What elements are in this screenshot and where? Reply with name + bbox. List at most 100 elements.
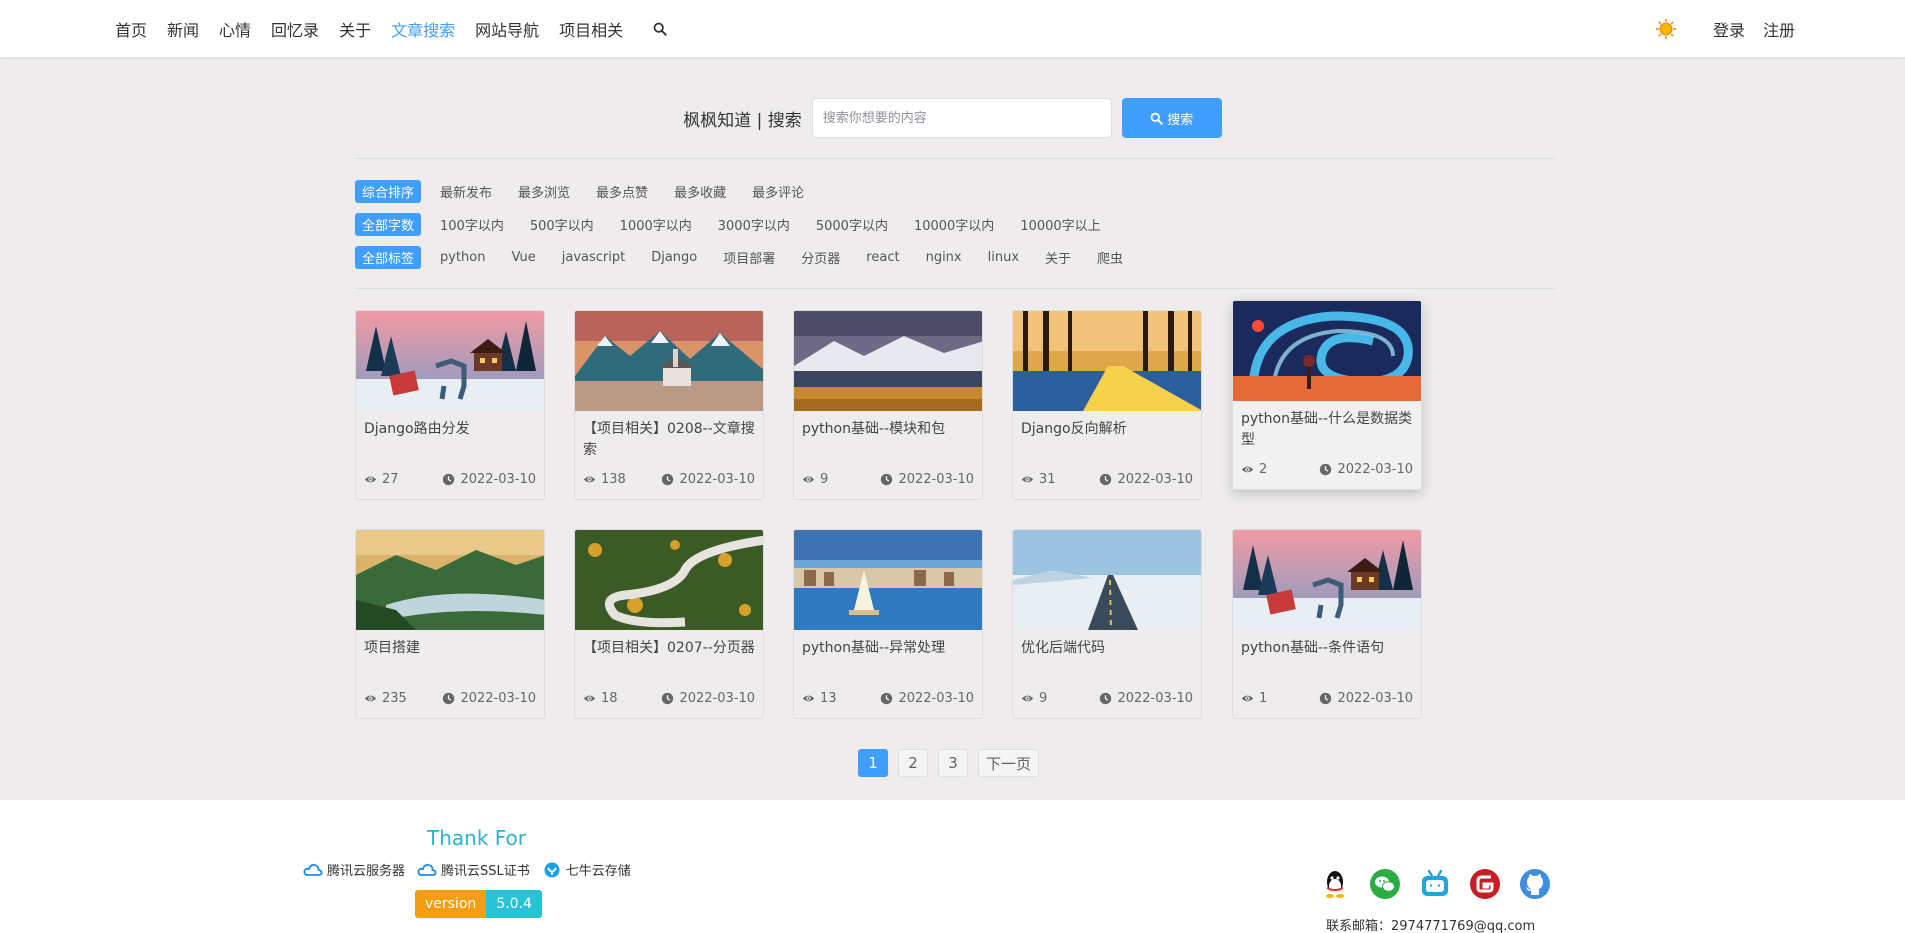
filter-wordcount-over-10000[interactable]: 10000字以上 (1020, 213, 1100, 236)
filter-tag-all[interactable]: 全部标签 (355, 245, 422, 269)
article-thumbnail[interactable] (1013, 311, 1202, 411)
eye-icon (1241, 466, 1254, 473)
filter-tag-nginx[interactable]: nginx (926, 248, 962, 267)
search-icon[interactable] (653, 22, 667, 36)
filter-wordcount-5000[interactable]: 5000字以内 (816, 213, 888, 236)
article-card[interactable]: 【项目相关】0207--分页器 18 2022-03-10 (574, 529, 764, 719)
nav-item-article-search[interactable]: 文章搜索 (391, 17, 455, 41)
article-thumbnail[interactable] (1233, 530, 1422, 630)
article-thumbnail[interactable] (794, 311, 983, 411)
nav-item-home[interactable]: 首页 (115, 17, 147, 41)
article-card[interactable]: python基础--什么是数据类型 2 2022-03-10 (1232, 300, 1422, 490)
filter-wordcount-500[interactable]: 500字以内 (530, 213, 594, 236)
filter-wordcount-100[interactable]: 100字以内 (440, 213, 504, 236)
filter-tag-javascript[interactable]: javascript (562, 248, 625, 267)
article-card[interactable]: 【项目相关】0208--文章搜索 138 2022-03-10 (574, 310, 764, 500)
sponsor-tencent-ssl[interactable]: 腾讯云SSL证书 (417, 860, 530, 879)
login-link[interactable]: 登录 (1713, 17, 1745, 41)
filter-tag-crawler[interactable]: 爬虫 (1097, 246, 1123, 269)
article-card[interactable]: 项目搭建 235 2022-03-10 (355, 529, 545, 719)
article-thumbnail[interactable] (794, 530, 983, 630)
filter-tag-about[interactable]: 关于 (1045, 246, 1071, 269)
eye-icon (583, 476, 596, 483)
eye-icon (583, 695, 596, 702)
search-input[interactable] (811, 98, 1112, 138)
article-thumbnail[interactable] (1233, 301, 1422, 401)
nav-item-mood[interactable]: 心情 (219, 17, 251, 41)
article-card[interactable]: python基础--条件语句 1 2022-03-10 (1232, 529, 1422, 719)
clock-icon (443, 692, 455, 705)
sponsor-tencent-server[interactable]: 腾讯云服务器 (303, 860, 405, 879)
filter-sort-row: 综合排序 最新发布 最多浏览 最多点赞 最多收藏 最多评论 (355, 179, 830, 203)
article-thumbnail[interactable] (356, 530, 545, 630)
filter-sort-most-liked[interactable]: 最多点赞 (596, 180, 648, 203)
article-thumbnail[interactable] (1013, 530, 1202, 630)
article-thumbnail[interactable] (356, 311, 545, 411)
page-button-1[interactable]: 1 (858, 749, 888, 777)
article-card[interactable]: python基础--异常处理 13 2022-03-10 (793, 529, 983, 719)
sun-icon[interactable] (1655, 18, 1677, 40)
page-button-2[interactable]: 2 (898, 749, 928, 777)
article-title[interactable]: Django反向解析 (1013, 411, 1201, 461)
filter-tag-linux[interactable]: linux (988, 248, 1019, 267)
divider (355, 158, 1555, 159)
article-thumbnail[interactable] (575, 311, 764, 411)
wechat-icon[interactable] (1369, 868, 1401, 900)
article-card[interactable]: Django路由分发 27 2022-03-10 (355, 310, 545, 500)
article-card[interactable]: python基础--模块和包 9 2022-03-10 (793, 310, 983, 500)
publish-date: 2022-03-10 (442, 691, 536, 706)
publish-date: 2022-03-10 (1099, 472, 1193, 487)
filter-tag-paginator[interactable]: 分页器 (801, 246, 840, 269)
filter-wordcount-all[interactable]: 全部字数 (355, 212, 422, 236)
nav-item-projects[interactable]: 项目相关 (559, 17, 623, 41)
article-title[interactable]: Django路由分发 (356, 411, 544, 461)
filter-tag-vue[interactable]: Vue (512, 248, 536, 267)
article-title[interactable]: python基础--条件语句 (1233, 630, 1421, 680)
tencent-cloud-icon (303, 863, 323, 876)
filter-sort-most-commented[interactable]: 最多评论 (752, 180, 804, 203)
view-count: 1 (1241, 691, 1267, 706)
nav-item-site-nav[interactable]: 网站导航 (475, 17, 539, 41)
filter-wordcount-10000[interactable]: 10000字以内 (914, 213, 994, 236)
filter-tag-python[interactable]: python (440, 248, 485, 267)
article-title[interactable]: 【项目相关】0207--分页器 (575, 630, 763, 680)
article-title[interactable]: 【项目相关】0208--文章搜索 (575, 411, 763, 461)
next-page-button[interactable]: 下一页 (978, 749, 1040, 777)
article-meta: 1 2022-03-10 (1241, 691, 1413, 706)
filter-sort-all[interactable]: 综合排序 (355, 179, 422, 203)
gitee-icon[interactable] (1469, 868, 1501, 900)
article-title[interactable]: python基础--异常处理 (794, 630, 982, 680)
sponsor-qiniu[interactable]: 七牛云存储 (542, 860, 631, 879)
article-card[interactable]: 优化后端代码 9 2022-03-10 (1012, 529, 1202, 719)
filter-sort-newest[interactable]: 最新发布 (440, 180, 492, 203)
github-icon[interactable] (1519, 868, 1551, 900)
filter-tag-react[interactable]: react (866, 248, 899, 267)
nav-item-about[interactable]: 关于 (339, 17, 371, 41)
search-button[interactable]: 搜索 (1121, 98, 1222, 138)
page-button-3[interactable]: 3 (938, 749, 968, 777)
article-thumbnail[interactable] (575, 530, 764, 630)
view-count-value: 9 (820, 472, 829, 487)
filter-sort-most-favorited[interactable]: 最多收藏 (674, 180, 726, 203)
nav-item-news[interactable]: 新闻 (167, 17, 199, 41)
nav-item-memoir[interactable]: 回忆录 (271, 17, 319, 41)
clock-icon (662, 692, 674, 705)
article-title[interactable]: python基础--什么是数据类型 (1233, 401, 1421, 451)
filter-wordcount-1000[interactable]: 1000字以内 (620, 213, 692, 236)
search-bar: 枫枫知道 | 搜索 搜索 (0, 98, 1905, 138)
filter-tag-django[interactable]: Django (651, 248, 697, 267)
article-title[interactable]: 项目搭建 (356, 630, 544, 680)
article-title[interactable]: python基础--模块和包 (794, 411, 982, 461)
view-count-value: 13 (820, 691, 837, 706)
publish-date-value: 2022-03-10 (1337, 462, 1413, 477)
filter-wordcount-3000[interactable]: 3000字以内 (718, 213, 790, 236)
article-card[interactable]: Django反向解析 31 2022-03-10 (1012, 310, 1202, 500)
qq-icon[interactable] (1319, 868, 1351, 900)
sponsor-list: 腾讯云服务器 腾讯云SSL证书 七牛云存储 (303, 860, 643, 879)
article-title[interactable]: 优化后端代码 (1013, 630, 1201, 680)
filter-sort-most-viewed[interactable]: 最多浏览 (518, 180, 570, 203)
bilibili-icon[interactable] (1419, 868, 1451, 900)
register-link[interactable]: 注册 (1763, 17, 1795, 41)
pagination: 1 2 3 下一页 (858, 749, 1049, 777)
filter-tag-deploy[interactable]: 项目部署 (723, 246, 775, 269)
